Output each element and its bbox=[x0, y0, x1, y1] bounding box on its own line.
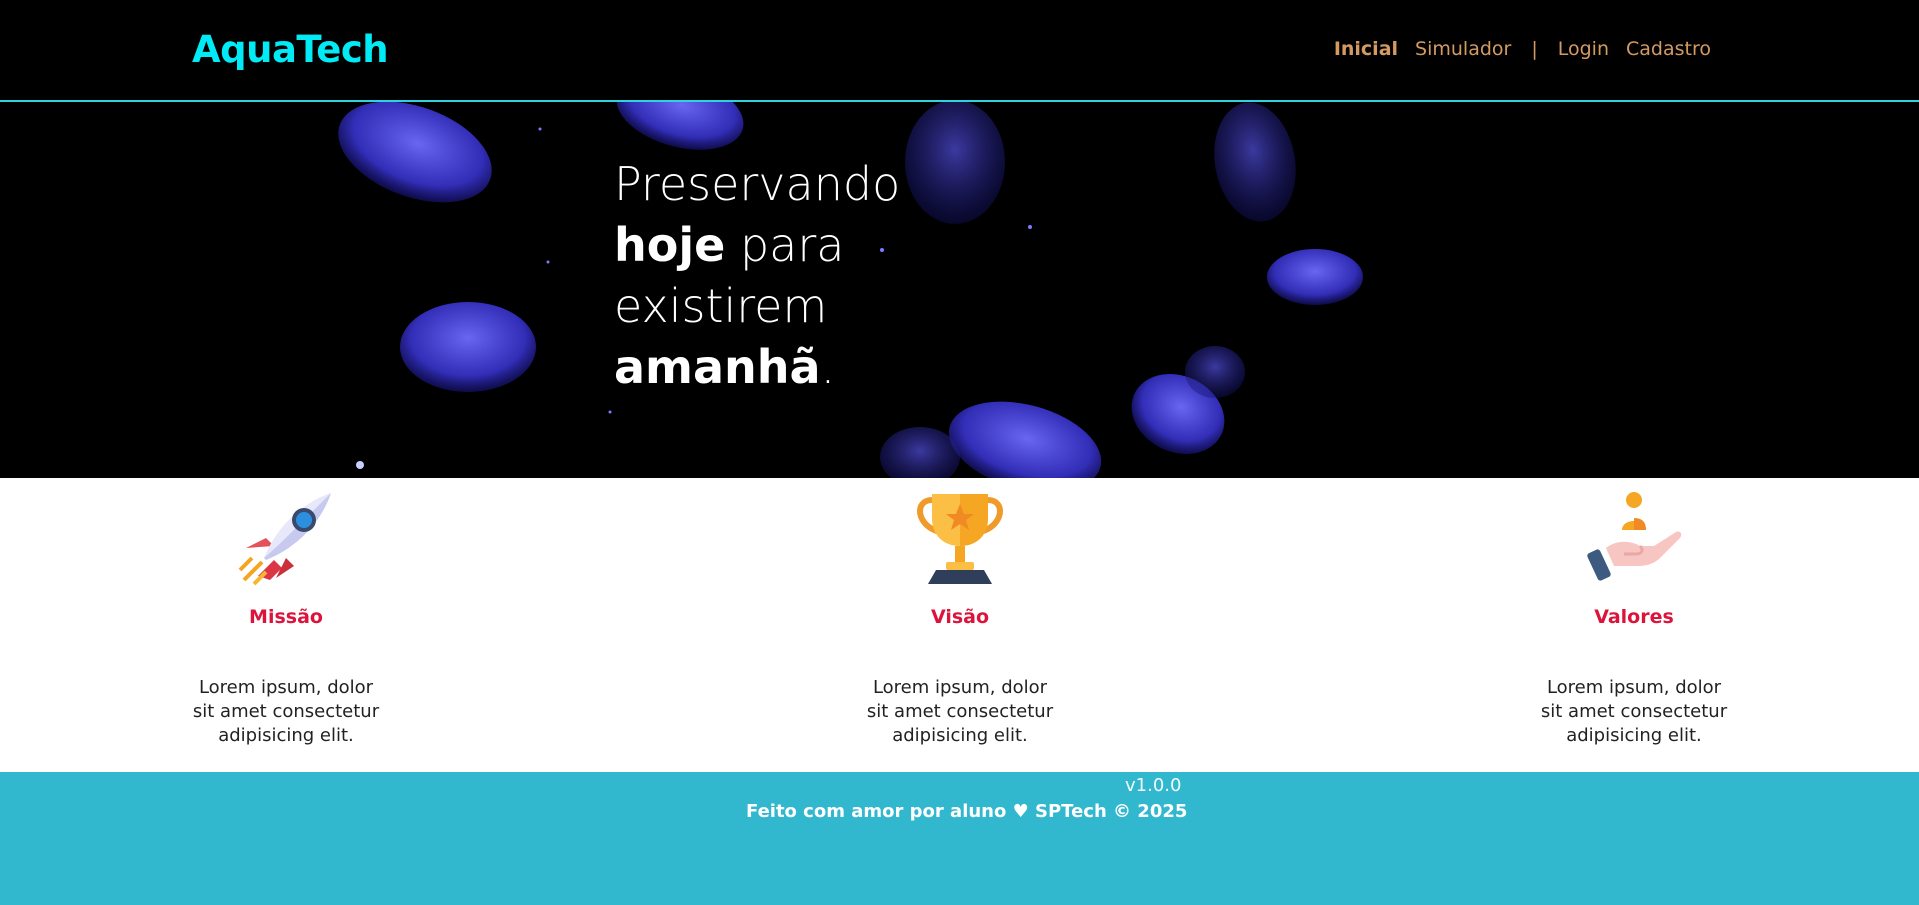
card-text: Lorem ipsum, dolor sit amet consectetur … bbox=[192, 677, 380, 746]
hero-line-3: existirem bbox=[614, 279, 828, 333]
trophy-icon bbox=[917, 494, 1003, 584]
nav-link-signup[interactable]: Cadastro bbox=[1626, 38, 1711, 60]
card-title: Visão bbox=[930, 606, 990, 628]
card-vision: Visão Lorem ipsum, dolor sit amet consec… bbox=[830, 478, 1090, 748]
rocket-icon bbox=[238, 493, 331, 586]
card-mission: Missão Lorem ipsum, dolor sit amet conse… bbox=[156, 478, 416, 748]
logo[interactable]: AquaTech bbox=[192, 28, 389, 71]
version-label: v1.0.0 bbox=[1125, 775, 1182, 796]
footer-credit: Feito com amor por aluno ♥ SPTech © 2025 bbox=[746, 801, 1188, 822]
hero-banner: Preservando hoje para existirem amanhã. bbox=[0, 102, 1919, 478]
card-text: Lorem ipsum, dolor sit amet consectetur … bbox=[866, 677, 1054, 746]
site-footer: v1.0.0 Feito com amor por aluno ♥ SPTech… bbox=[0, 772, 1919, 905]
hero-line-2: hoje para bbox=[614, 215, 900, 276]
hand-person-icon bbox=[1587, 492, 1682, 581]
nav-separator: | bbox=[1531, 38, 1538, 60]
hero-line-2-rest: para bbox=[725, 218, 845, 272]
nav-link-login[interactable]: Login bbox=[1558, 38, 1609, 60]
hero-line-4-rest: . bbox=[820, 340, 836, 394]
hero-emphasis-hoje: hoje bbox=[614, 218, 726, 272]
hero-line-4: amanhã. bbox=[614, 337, 900, 398]
values-section: Missão Lorem ipsum, dolor sit amet conse… bbox=[0, 478, 1919, 772]
hero-emphasis-amanha: amanhã bbox=[614, 340, 821, 394]
hero-heading: Preservando hoje para existirem amanhã. bbox=[614, 154, 900, 398]
nav-link-simulator[interactable]: Simulador bbox=[1415, 38, 1511, 60]
jellyfish-background-image bbox=[338, 102, 1363, 478]
card-title: Valores bbox=[1594, 606, 1674, 628]
card-text: Lorem ipsum, dolor sit amet consectetur … bbox=[1540, 677, 1728, 746]
card-title: Missão bbox=[249, 606, 323, 628]
nav-link-home[interactable]: Inicial bbox=[1334, 38, 1398, 60]
main-nav: Inicial Simulador | Login Cadastro bbox=[1334, 38, 1711, 60]
card-values: Valores Lorem ipsum, dolor sit amet cons… bbox=[1504, 478, 1764, 748]
site-header: AquaTech Inicial Simulador | Login Cadas… bbox=[0, 0, 1919, 102]
hero-line-1: Preservando bbox=[614, 157, 901, 211]
